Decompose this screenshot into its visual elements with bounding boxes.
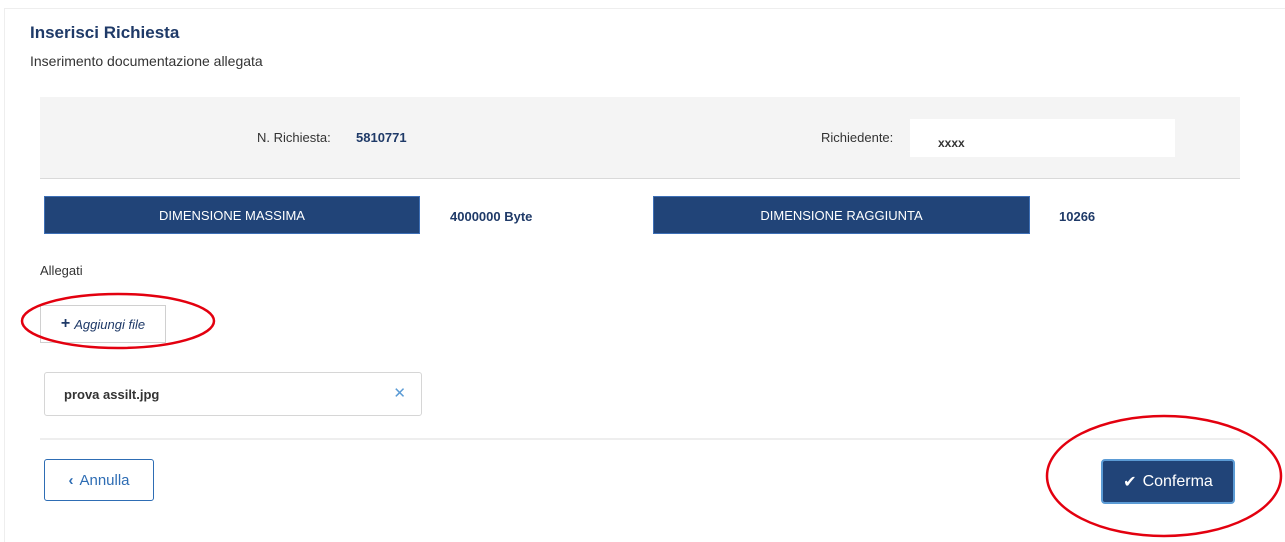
cancel-label: Annulla	[79, 471, 130, 489]
requester-label: Richiedente:	[821, 130, 894, 145]
request-info-panel: N. Richiesta: 5810771 Richiedente: xxxx	[40, 97, 1240, 179]
request-number-label: N. Richiesta:	[257, 130, 331, 145]
reached-dimension-value: 10266	[1059, 209, 1096, 224]
page-title: Inserisci Richiesta	[30, 23, 180, 42]
confirm-label: Conferma	[1142, 472, 1213, 490]
page-subtitle: Inserimento documentazione allegata	[30, 53, 263, 69]
add-file-label: Aggiungi file	[74, 316, 146, 332]
attachment-item: prova assilt.jpg ✕	[44, 372, 422, 416]
footer-divider	[40, 438, 1240, 440]
attachment-filename: prova assilt.jpg	[64, 387, 160, 402]
requester-field: xxxx	[910, 119, 1175, 157]
plus-icon: +	[60, 315, 71, 332]
confirm-button[interactable]: ✔ Conferma	[1101, 459, 1235, 504]
check-icon: ✔	[1123, 473, 1137, 491]
attachments-label: Allegati	[40, 263, 83, 278]
chevron-left-icon: ‹	[68, 471, 74, 489]
add-file-button[interactable]: + Aggiungi file	[40, 305, 166, 343]
max-dimension-value: 4000000 Byte	[450, 209, 533, 224]
page-frame	[4, 8, 1285, 542]
cancel-button[interactable]: ‹ Annulla	[44, 459, 154, 501]
reached-dimension-box: DIMENSIONE RAGGIUNTA	[653, 196, 1030, 234]
max-dimension-box: DIMENSIONE MASSIMA	[44, 196, 420, 234]
requester-value: xxxx	[938, 136, 965, 150]
close-icon[interactable]: ✕	[393, 384, 406, 402]
request-number-value: 5810771	[356, 130, 407, 145]
